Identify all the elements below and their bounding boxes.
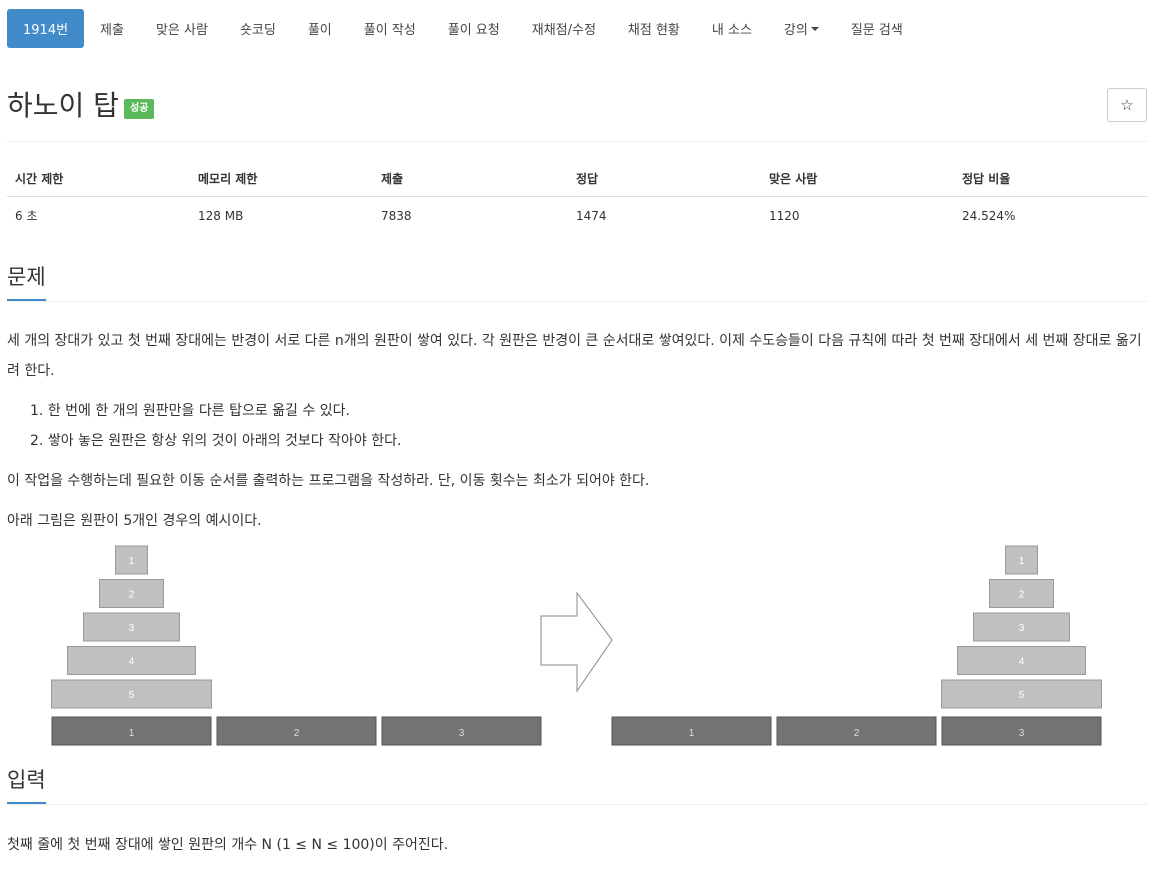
table-header-row: 시간 제한 메모리 제한 제출 정답 맞은 사람 정답 비율: [7, 162, 1147, 197]
nav-tab-label: 재채점/수정: [531, 23, 596, 38]
nav-tab-label: 제출: [100, 23, 124, 38]
value-submissions: 7838: [381, 208, 412, 223]
value-time-limit: 6 초: [15, 209, 38, 223]
star-icon: ☆: [1120, 96, 1134, 114]
value-accepted-users: 1120: [769, 208, 800, 223]
peg-label: 2: [854, 728, 860, 739]
header-accepted: 정답: [568, 162, 761, 197]
right-arrow-icon: [540, 591, 613, 693]
disk-label: 2: [1019, 590, 1025, 601]
table-row: 6 초 128 MB 7838 1474 1120 24.524%: [7, 197, 1147, 235]
value-memory-limit: 128 MB: [198, 208, 244, 223]
hanoi-figure: 1 2 3 4 5 1 2 3 1 2 3 4 5 1 2 3: [51, 545, 1102, 746]
nav-tab-label: 채점 현황: [627, 23, 680, 38]
disk-label: 4: [129, 657, 135, 668]
disk-label: 2: [129, 590, 135, 601]
nav-tab-label: 내 소스: [711, 23, 752, 38]
peg-label: 2: [294, 728, 300, 739]
disk-label: 4: [1019, 657, 1025, 668]
list-item: 1. 한 번에 한 개의 원판만을 다른 탑으로 옮길 수 있다.: [30, 403, 350, 419]
nav-tab-solutions[interactable]: 풀이: [292, 9, 348, 48]
problem-nav: 1914번 제출 맞은 사람 숏코딩 풀이 풀이 작성 풀이 요청 재채점/수정…: [7, 9, 919, 48]
header-time-limit: 시간 제한: [7, 162, 190, 197]
problem-section-header: 문제: [7, 262, 1147, 302]
nav-tab-label: 강의: [783, 23, 808, 38]
input-description: 첫째 줄에 첫 번째 장대에 쌓인 원판의 개수 N (1 ≤ N ≤ 100)…: [7, 837, 449, 853]
nav-tab-short-coding[interactable]: 숏코딩: [224, 9, 292, 48]
rule-text: 한 번에 한 개의 원판만을 다른 탑으로 옮길 수 있다.: [47, 403, 350, 419]
problem-task: 이 작업을 수행하는데 필요한 이동 순서를 출력하는 프로그램을 작성하라. …: [7, 473, 650, 489]
nav-tab-write-solution[interactable]: 풀이 작성: [348, 9, 432, 48]
value-accept-ratio: 24.524%: [962, 208, 1016, 223]
rule-text: 쌓아 놓은 원판은 항상 위의 것이 아래의 것보다 작아야 한다.: [47, 433, 402, 449]
nav-tab-label: 풀이 작성: [363, 23, 416, 38]
nav-tab-problem[interactable]: 1914번: [7, 9, 85, 48]
caret-down-icon: [810, 26, 819, 31]
header-memory-limit: 메모리 제한: [190, 162, 373, 197]
header-accepted-users: 맞은 사람: [761, 162, 954, 197]
divider: [7, 141, 1147, 142]
page-title: 하노이 탑: [7, 89, 119, 122]
nav-tab-status[interactable]: 채점 현황: [612, 9, 696, 48]
figure-caption: 아래 그림은 원판이 5개인 경우의 예시이다.: [7, 513, 262, 529]
disk-label: 5: [1019, 690, 1025, 701]
nav-tab-question-search[interactable]: 질문 검색: [835, 9, 919, 48]
peg-label: 3: [459, 728, 465, 739]
header-accept-ratio: 정답 비율: [954, 162, 1147, 197]
nav-tab-accepted-users[interactable]: 맞은 사람: [140, 9, 224, 48]
section-title-input: 입력: [7, 765, 46, 804]
rules-list: 1. 한 번에 한 개의 원판만을 다른 탑으로 옮길 수 있다. 2. 쌓아 …: [30, 396, 401, 456]
nav-tab-rejudge[interactable]: 재채점/수정: [516, 9, 612, 48]
peg-label: 1: [689, 728, 695, 739]
header-submissions: 제출: [373, 162, 568, 197]
nav-tab-label: 맞은 사람: [155, 23, 208, 38]
disk-label: 3: [1019, 623, 1025, 634]
disk-label: 1: [129, 556, 135, 567]
favorite-button[interactable]: ☆: [1107, 88, 1147, 122]
peg-label: 3: [1019, 728, 1025, 739]
nav-tab-label: 풀이: [307, 23, 332, 38]
problem-title-row: 하노이 탑 성공 ☆: [7, 86, 1147, 126]
problem-description: 세 개의 장대가 있고 첫 번째 장대에는 반경이 서로 다른 n개의 원판이 …: [7, 333, 1142, 379]
list-item: 2. 쌓아 놓은 원판은 항상 위의 것이 아래의 것보다 작아야 한다.: [30, 433, 402, 449]
nav-tab-label: 숏코딩: [239, 23, 276, 38]
nav-tab-my-source[interactable]: 내 소스: [696, 9, 768, 48]
nav-tab-submit[interactable]: 제출: [84, 9, 140, 48]
disk-label: 5: [129, 690, 135, 701]
nav-tab-label: 질문 검색: [850, 23, 903, 38]
nav-tab-request-solution[interactable]: 풀이 요청: [432, 9, 516, 48]
status-badge: 성공: [124, 99, 155, 119]
section-title-problem: 문제: [7, 262, 46, 301]
nav-tab-label: 풀이 요청: [447, 23, 500, 38]
nav-tab-lectures-dropdown[interactable]: 강의: [768, 9, 835, 48]
value-accepted: 1474: [576, 208, 607, 223]
problem-info-table: 시간 제한 메모리 제한 제출 정답 맞은 사람 정답 비율 6 초 128 M…: [7, 162, 1147, 234]
nav-tab-label: 1914번: [23, 23, 69, 38]
peg-label: 1: [129, 728, 135, 739]
disk-label: 1: [1019, 556, 1025, 567]
disk-label: 3: [129, 623, 135, 634]
input-section-header: 입력: [7, 765, 1147, 805]
